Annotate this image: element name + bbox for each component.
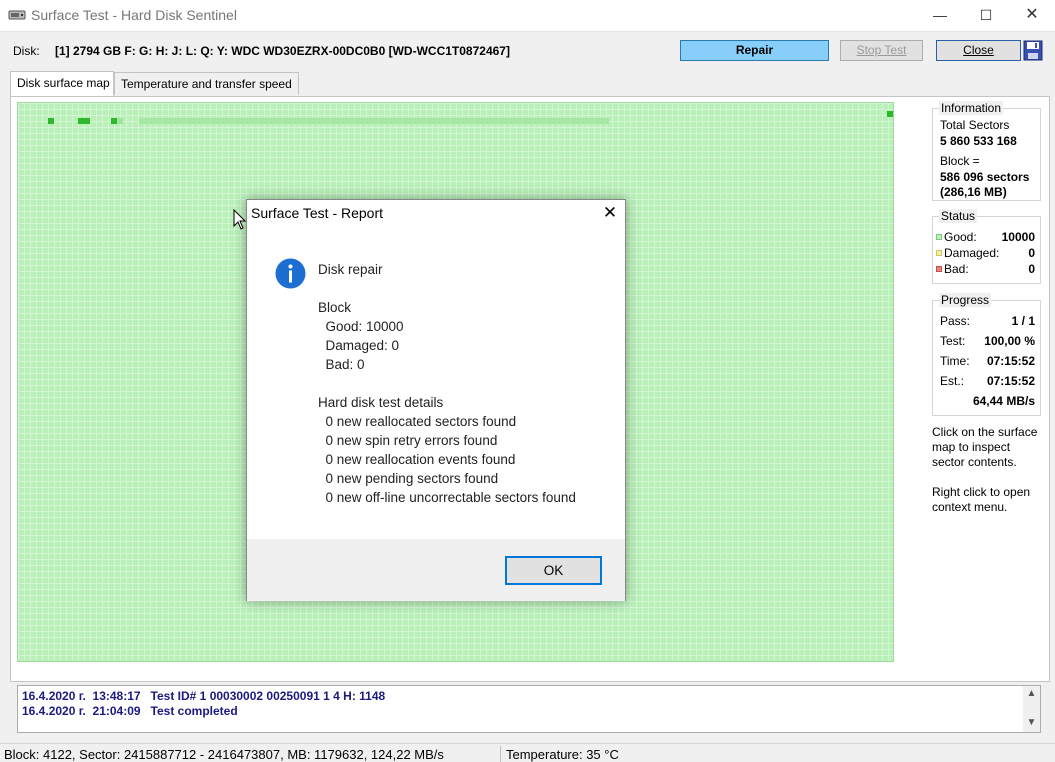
block-size-value: (286,16 MB) [940, 185, 1007, 199]
status-damaged-value: 0 [1028, 246, 1035, 260]
stop-test-button[interactable]: Stop Test [840, 40, 923, 61]
status-bar: Block: 4122, Sector: 2415887712 - 241647… [0, 743, 1055, 762]
information-title: Information [939, 101, 1004, 115]
log-scrollbar[interactable]: ▲ ▼ [1023, 686, 1040, 732]
surface-block [887, 111, 893, 117]
title-bar: Surface Test - Hard Disk Sentinel — ☐ ✕ [0, 0, 1055, 32]
tab-temperature-transfer-speed[interactable]: Temperature and transfer speed [114, 72, 299, 95]
bad-swatch [936, 266, 942, 272]
dialog-detail: 0 new off-line uncorrectable sectors fou… [318, 490, 576, 505]
progress-est-row: Est.: 07:15:52 [940, 374, 1035, 388]
disk-label: Disk: [13, 44, 40, 58]
maximize-button[interactable]: ☐ [963, 0, 1009, 32]
surface-block [84, 118, 90, 124]
minimize-button[interactable]: — [917, 0, 963, 32]
dialog-details-title: Hard disk test details [318, 395, 444, 410]
status-group: Status Good: 10000 Damaged: 0 Bad: 0 [932, 209, 1041, 284]
dialog-damaged: Damaged: 0 [318, 338, 400, 353]
ok-button[interactable]: OK [505, 556, 602, 585]
information-group: Information Total Sectors 5 860 533 168 … [932, 101, 1041, 201]
good-swatch [936, 234, 942, 240]
hard-disk-sentinel-app-icon [8, 10, 26, 20]
info-icon [275, 258, 306, 289]
dialog-detail: 0 new spin retry errors found [318, 433, 498, 448]
tab-disk-surface-map[interactable]: Disk surface map [10, 71, 114, 96]
status-damaged-row: Damaged: 0 [936, 246, 1035, 261]
status-damaged-label: Damaged: [944, 246, 1000, 260]
total-sectors-label: Total Sectors [940, 118, 1010, 132]
dialog-title: Surface Test - Report [251, 205, 384, 221]
status-bad-row: Bad: 0 [936, 262, 1035, 277]
disk-bar: Disk: [1] 2794 GB F: G: H: J: L: Q: Y: W… [0, 33, 1055, 67]
click-help-text: Click on the surface map to inspect sect… [932, 425, 1038, 469]
status-good-label: Good: [944, 230, 977, 244]
status-good-value: 10000 [1001, 230, 1035, 244]
dialog-close-icon[interactable]: ✕ [599, 203, 621, 223]
tested-blocks-strip [139, 118, 609, 124]
dialog-detail: 0 new pending sectors found [318, 471, 499, 486]
dialog-bad: Bad: 0 [318, 357, 365, 372]
repair-button[interactable]: Repair [680, 40, 829, 61]
dialog-detail: 0 new reallocated sectors found [318, 414, 517, 429]
progress-pass-row: Pass: 1 / 1 [940, 314, 1035, 328]
status-bad-label: Bad: [944, 262, 969, 276]
dialog-block-title: Block [318, 300, 352, 315]
progress-title: Progress [939, 293, 992, 307]
dialog-good: Good: 10000 [318, 319, 404, 334]
window-title: Surface Test - Hard Disk Sentinel [31, 7, 237, 23]
status-good-row: Good: 10000 [936, 230, 1035, 245]
temperature-info: Temperature: 35 °C [506, 747, 619, 762]
dialog-heading: Disk repair [318, 262, 383, 277]
status-separator [500, 746, 501, 762]
save-icon[interactable] [1023, 40, 1043, 61]
log-line: 16.4.2020 г. 21:04:09 Test completed [22, 704, 238, 718]
dialog-detail: 0 new reallocation events found [318, 452, 516, 467]
test-log[interactable]: 16.4.2020 г. 13:48:17 Test ID# 1 0003000… [17, 685, 1041, 733]
surface-block [117, 118, 123, 124]
block-label: Block = [940, 154, 980, 168]
progress-group: Progress Pass: 1 / 1 Test: 100,00 % Time: 0… [932, 293, 1041, 416]
surface-block [48, 118, 54, 124]
status-bad-value: 0 [1028, 262, 1035, 276]
block-sector-info: Block: 4122, Sector: 2415887712 - 241647… [4, 747, 444, 762]
scroll-up-icon[interactable]: ▲ [1023, 688, 1040, 699]
mouse-cursor-icon [233, 209, 247, 230]
window-close-button[interactable]: ✕ [1009, 0, 1055, 32]
status-title: Status [939, 209, 978, 223]
dialog-footer: OK [247, 539, 625, 601]
close-button[interactable]: Close [936, 40, 1021, 61]
block-sectors-value: 586 096 sectors [940, 170, 1030, 184]
progress-time-row: Time: 07:15:52 [940, 354, 1035, 368]
progress-speed-row: 64,44 MB/s [972, 394, 1035, 408]
report-dialog: Surface Test - Report ✕ Disk repair Bloc… [246, 199, 626, 601]
scroll-down-icon[interactable]: ▼ [1023, 717, 1040, 728]
disk-selector[interactable]: [1] 2794 GB F: G: H: J: L: Q: Y: WDC WD3… [55, 44, 510, 58]
log-line: 16.4.2020 г. 13:48:17 Test ID# 1 0003000… [22, 689, 386, 703]
damaged-swatch [936, 250, 942, 256]
right-click-help-text: Right click to open context menu. [932, 485, 1031, 514]
progress-test-row: Test: 100,00 % [940, 334, 1035, 348]
total-sectors-value: 5 860 533 168 [940, 134, 1017, 148]
